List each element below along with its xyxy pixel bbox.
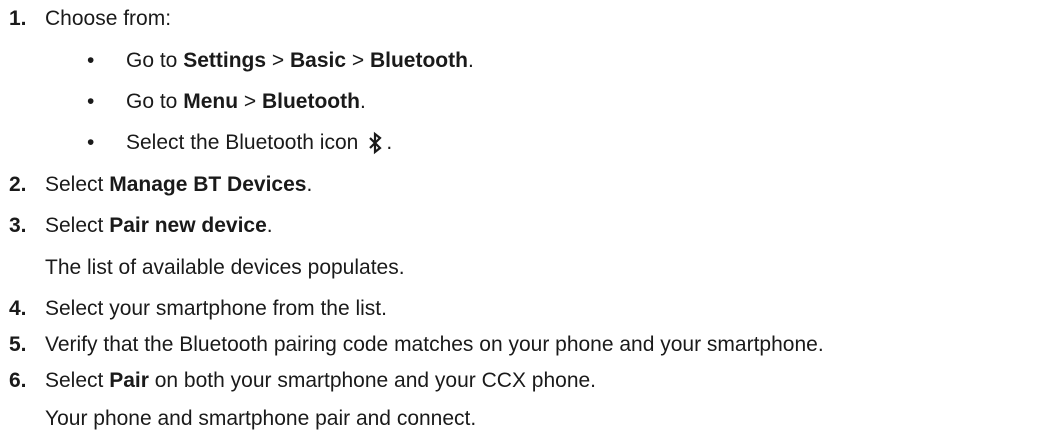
menu-settings-label: Settings xyxy=(183,49,267,72)
option-prefix: Go to xyxy=(126,49,184,72)
step-result: The list of available devices populates. xyxy=(45,256,405,279)
step-number: 4. xyxy=(9,297,27,320)
option-prefix: Go to xyxy=(126,90,184,113)
option-prefix: Select the Bluetooth icon xyxy=(126,131,359,154)
step-prefix: Select xyxy=(45,173,110,196)
menu-menu-label: Menu xyxy=(183,90,239,113)
option-end: . xyxy=(386,131,393,154)
step-result: Your phone and smartphone pair and conne… xyxy=(45,407,477,430)
bullet: • xyxy=(87,49,95,72)
step-text: Verify that the Bluetooth pairing code m… xyxy=(45,333,824,356)
bluetooth-icon xyxy=(364,131,386,155)
option-end: . xyxy=(359,90,366,113)
menu-manage-bt-devices-label: Manage BT Devices xyxy=(109,173,307,196)
bullet: • xyxy=(87,90,95,113)
step-number: 1. xyxy=(9,7,27,30)
step-suffix: on both your smartphone and your CCX pho… xyxy=(148,369,597,392)
step-number: 3. xyxy=(9,214,27,237)
menu-pair-label: Pair xyxy=(109,369,149,392)
menu-bluetooth-label: Bluetooth xyxy=(369,49,468,72)
menu-basic-label: Basic xyxy=(289,49,347,72)
step-prefix: Select xyxy=(45,214,110,237)
step-text: Choose from: xyxy=(45,7,172,30)
menu-pair-new-device-label: Pair new device xyxy=(109,214,267,237)
option-text: Go to Menu > Bluetooth. xyxy=(126,87,366,117)
menu-bluetooth-label: Bluetooth xyxy=(261,90,360,113)
step-text: Select Pair on both your smartphone and … xyxy=(45,366,596,396)
bullet: • xyxy=(87,131,95,154)
path-separator: > xyxy=(346,49,370,72)
option-text: Select the Bluetooth icon. xyxy=(126,128,392,158)
step-suffix: . xyxy=(266,214,273,237)
step-number: 6. xyxy=(9,369,27,392)
step-text: Select Pair new device. xyxy=(45,211,273,241)
step-number: 5. xyxy=(9,333,27,356)
step-text: Select Manage BT Devices. xyxy=(45,170,312,200)
step-suffix: . xyxy=(306,173,313,196)
option-end: . xyxy=(467,49,474,72)
step-text: Select your smartphone from the list. xyxy=(45,297,387,320)
step-prefix: Select xyxy=(45,369,110,392)
path-separator: > xyxy=(238,90,262,113)
path-separator: > xyxy=(266,49,290,72)
option-text: Go to Settings > Basic > Bluetooth. xyxy=(126,46,474,76)
step-number: 2. xyxy=(9,173,27,196)
